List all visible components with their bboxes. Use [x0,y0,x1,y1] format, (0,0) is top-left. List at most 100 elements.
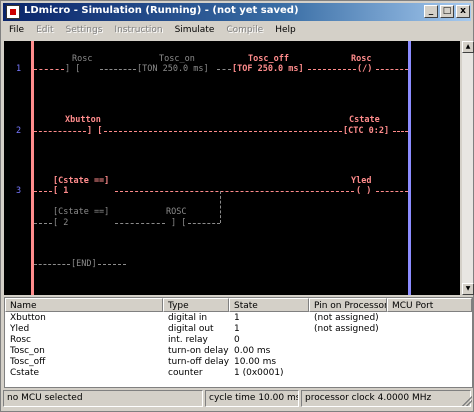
rung-number: 1 [16,64,22,74]
column-header-pin[interactable]: Pin on Processor [309,298,387,312]
cell-name: Xbutton [10,313,46,323]
wire [34,69,64,70]
timer-ton[interactable]: [TON 250.0 ms] [137,64,209,74]
compare-label: [Cstate ==] [53,176,110,186]
timer-tof[interactable]: [TOF 250.0 ms] [232,64,304,74]
menu-edit[interactable]: Edit [30,23,59,40]
rung-number: 2 [16,126,22,136]
scroll-up-arrow-icon[interactable]: ▲ [462,41,474,53]
close-button[interactable]: x [456,5,470,18]
ldmicro-app-icon[interactable] [6,5,20,19]
cell-type: digital out [168,324,214,334]
counter-label: Cstate [349,115,380,125]
contact-rosc-2[interactable]: ] [ [171,218,186,228]
cell-state: 0.00 ms [234,346,271,356]
menu-compile[interactable]: Compile [220,23,269,40]
scroll-down-arrow-icon[interactable]: ▼ [462,283,474,295]
wire [393,131,408,132]
app-window: LDmicro - Simulation (Running) - (not ye… [0,0,474,412]
coil-label: Rosc [351,54,372,64]
wire [34,264,70,265]
cell-state: 0 [234,335,240,345]
cell-name: Cstate [10,368,40,378]
counter-ctc[interactable]: [CTC 0:2] [343,126,389,136]
wire [34,131,86,132]
wire [217,69,231,70]
wire [34,191,52,192]
rung-number: 3 [16,186,22,196]
compare-cstate-2[interactable]: [ 2 [53,218,68,228]
coil-label: Yled [351,176,372,186]
contact-label: ROSC [166,207,187,217]
coil-rosc[interactable]: (/) [357,64,372,74]
wire [308,69,356,70]
ladder-canvas[interactable]: 1 Rosc ] [ Tosc_on [TON 250.0 ms] Tosc_o… [4,41,460,295]
io-list[interactable]: Name Type State Pin on Processor MCU Por… [4,297,473,388]
wire [115,223,165,224]
cell-name: Tosc_on [10,346,45,356]
status-bar: no MCU selected cycle time 10.00 ms proc… [3,390,473,407]
menu-file[interactable]: File [3,23,30,40]
menu-settings[interactable]: Settings [60,23,109,40]
minimize-button[interactable]: _ [424,5,438,18]
table-row[interactable]: Yled digital out 1 (not assigned) [5,324,387,335]
column-header-type[interactable]: Type [163,298,229,312]
right-power-rail [408,41,411,295]
menu-instruction[interactable]: Instruction [108,23,168,40]
cell-pin: (not assigned) [314,324,379,334]
column-header-name[interactable]: Name [5,298,163,312]
column-header-state[interactable]: State [229,298,309,312]
wire [376,69,408,70]
wire [100,69,136,70]
wire [34,223,52,224]
cell-type: int. relay [168,335,208,345]
menu-bar: File Edit Settings Instruction Simulate … [3,23,471,40]
io-list-header: Name Type State Pin on Processor MCU Por… [5,298,472,312]
cell-name: Rosc [10,335,31,345]
status-processor-clock: processor clock 4.0000 MHz [301,390,471,407]
parallel-wire [220,191,221,223]
wire [376,191,408,192]
window-title: LDmicro - Simulation (Running) - (not ye… [24,5,299,16]
end-marker: [END] [71,259,97,269]
menu-simulate[interactable]: Simulate [169,23,221,40]
wire [188,223,220,224]
cell-name: Yled [10,324,30,334]
cell-state: 1 [234,324,240,334]
left-power-rail [31,41,34,295]
contact-label: Rosc [72,54,93,64]
wire [115,191,354,192]
cell-type: counter [168,368,203,378]
table-row[interactable]: Cstate counter 1 (0x0001) [5,368,309,379]
cell-state: 1 (0x0001) [234,368,284,378]
menu-help[interactable]: Help [269,23,302,40]
cell-type: turn-on delay [168,346,229,356]
timer-label: Tosc_on [159,54,195,64]
cell-state: 10.00 ms [234,357,277,367]
table-row[interactable]: Xbutton digital in 1 (not assigned) [5,313,387,324]
vertical-scrollbar[interactable]: ▲ ▼ [461,41,474,295]
maximize-button[interactable]: □ [440,5,454,18]
table-row[interactable]: Tosc_on turn-on delay 0.00 ms [5,346,309,357]
title-bar[interactable]: LDmicro - Simulation (Running) - (not ye… [3,3,471,21]
coil-yled[interactable]: ( ) [356,186,371,196]
table-row[interactable]: Rosc int. relay 0 [5,335,309,346]
status-mcu: no MCU selected [3,390,203,407]
table-row[interactable]: Tosc_off turn-off delay 10.00 ms [5,357,309,368]
contact-rosc[interactable]: ] [ [65,64,80,74]
column-header-mcu-port[interactable]: MCU Port [387,298,472,312]
compare-label: [Cstate ==] [53,207,110,217]
status-cycle-time: cycle time 10.00 ms [205,390,299,407]
contact-xbutton[interactable]: ] [ [87,126,102,136]
cell-state: 1 [234,313,240,323]
wire [104,131,342,132]
cell-name: Tosc_off [10,357,46,367]
cell-type: turn-off delay [168,357,229,367]
cell-type: digital in [168,313,208,323]
compare-cstate-1[interactable]: [ 1 [53,186,68,196]
wire [98,264,126,265]
timer-label: Tosc_off [248,54,289,64]
cell-pin: (not assigned) [314,313,379,323]
resize-grip-icon[interactable] [462,396,472,406]
contact-label: Xbutton [65,115,101,125]
